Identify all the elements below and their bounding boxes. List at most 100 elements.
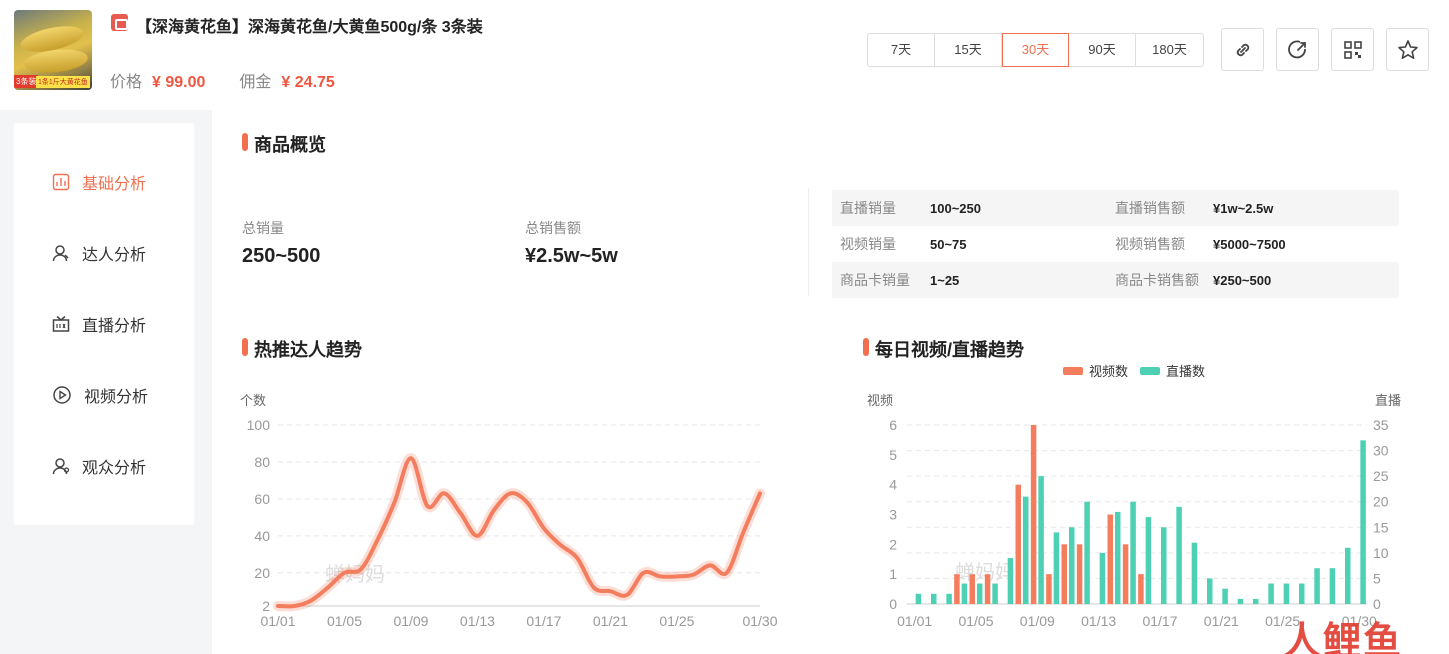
bar-live xyxy=(915,593,922,604)
table-row: 视频销量 50~75 视频销售额 ¥5000~7500 xyxy=(832,226,1399,262)
price-value: ¥ 99.00 xyxy=(152,74,206,91)
right-tick-label: 15 xyxy=(1373,519,1389,535)
right-axis-label: 直播 xyxy=(1375,393,1401,408)
cell-label: 商品卡销售额 xyxy=(1115,272,1199,288)
bar-live xyxy=(1237,598,1244,604)
y-tick-label: 60 xyxy=(254,491,270,507)
legend-label: 直播数 xyxy=(1166,364,1206,379)
y-tick-label: 20 xyxy=(254,565,270,581)
share-button[interactable] xyxy=(1276,28,1319,71)
y-tick-label: 80 xyxy=(254,454,270,470)
cell-label: 商品卡销量 xyxy=(840,272,910,288)
range-7d[interactable]: 7天 xyxy=(868,34,935,66)
bar-live xyxy=(1084,501,1090,604)
x-tick-label: 01/21 xyxy=(593,613,628,629)
left-tick-label: 6 xyxy=(889,417,897,433)
right-tick-label: 30 xyxy=(1373,443,1389,459)
right-tick-label: 35 xyxy=(1373,417,1389,433)
bar-video xyxy=(1138,574,1144,604)
x-tick-label: 01/09 xyxy=(393,613,428,629)
y-tick-label: 100 xyxy=(247,417,271,433)
analysis-sidebar: 基础分析 达人分析 直播分析 视频分析 观众分析 xyxy=(14,123,194,525)
daily-video-live-chart: 视频 直播05101520253035012345601/01 01/05 01/09… xyxy=(867,393,1401,629)
bar-live xyxy=(1053,532,1060,604)
commission-value: ¥ 24.75 xyxy=(281,74,335,91)
bar-live xyxy=(1314,568,1320,604)
bar-live xyxy=(1145,517,1152,604)
bar-live xyxy=(1069,527,1075,604)
left-tick-label: 1 xyxy=(889,566,897,582)
date-range-selector: 7天 15天 30天 90天 180天 xyxy=(867,33,1204,67)
bar-live xyxy=(1329,568,1336,604)
favorite-button[interactable] xyxy=(1386,28,1429,71)
table-row: 商品卡销量 1~25 商品卡销售额 ¥250~500 xyxy=(832,262,1399,298)
bar-live xyxy=(1253,598,1259,604)
qrcode-button[interactable] xyxy=(1331,28,1374,71)
audience-icon xyxy=(52,458,70,475)
legend-item-video[interactable]: 视频数 xyxy=(1063,361,1128,380)
bar-live xyxy=(1299,583,1305,604)
price-label: 价格 xyxy=(110,74,143,91)
bar-live xyxy=(1007,557,1014,604)
share-icon xyxy=(1287,40,1306,58)
range-15d[interactable]: 15天 xyxy=(935,34,1002,66)
product-thumbnail[interactable]: 3条装 1条1斤大黄花鱼 xyxy=(14,10,92,90)
bar-live xyxy=(1038,476,1044,604)
sidebar-item-live[interactable]: 直播分析 xyxy=(52,309,146,339)
bar-live xyxy=(1268,583,1274,604)
cell-label: 直播销售额 xyxy=(1115,200,1185,216)
bar-live xyxy=(1360,440,1366,604)
left-tick-label: 3 xyxy=(889,507,897,523)
range-180d[interactable]: 180天 xyxy=(1136,34,1203,66)
product-header: 3条装 1条1斤大黄花鱼 【深海黄花鱼】深海黄花鱼/大黄鱼500g/条 3条装 … xyxy=(0,0,1449,110)
y-tick-label: 40 xyxy=(254,528,270,544)
cell-value: 1~25 xyxy=(930,272,960,288)
left-tick-label: 4 xyxy=(889,477,897,493)
bar-live xyxy=(1176,506,1182,604)
section-title-daily-trend: 每日视频/直播趋势 xyxy=(863,336,1024,362)
x-tick-label: 01/17 xyxy=(526,613,561,629)
section-title-overview: 商品概览 xyxy=(242,131,326,157)
legend-item-live[interactable]: 直播数 xyxy=(1140,361,1205,380)
x-tick-label: 01/17 xyxy=(1142,613,1177,629)
left-tick-label: 2 xyxy=(889,536,897,552)
left-tick-label: 0 xyxy=(889,596,897,612)
sidebar-item-video[interactable]: 视频分析 xyxy=(52,380,148,410)
copy-link-button[interactable] xyxy=(1221,28,1264,71)
range-90d[interactable]: 90天 xyxy=(1069,34,1136,66)
live-icon xyxy=(52,315,70,332)
cell-label: 视频销售额 xyxy=(1115,236,1185,252)
sidebar-item-label: 视频分析 xyxy=(84,389,149,406)
bar-video xyxy=(984,574,991,604)
x-tick-label: 01/01 xyxy=(897,613,932,629)
cell-value: ¥5000~7500 xyxy=(1213,236,1286,252)
link-icon xyxy=(1236,43,1249,56)
x-tick-label: 01/05 xyxy=(958,613,993,629)
bar-live xyxy=(946,593,952,604)
total-sales-value: 250~500 xyxy=(242,245,321,267)
x-tick-label: 01/30 xyxy=(742,613,777,629)
sidebar-item-influencer[interactable]: 达人分析 xyxy=(52,238,146,268)
bar-live xyxy=(1023,496,1029,604)
right-tick-label: 20 xyxy=(1373,494,1389,510)
cell-label: 直播销量 xyxy=(840,200,896,216)
total-amount-value: ¥2.5w~5w xyxy=(525,245,618,267)
sales-breakdown-table: 直播销量 100~250 直播销售额 ¥1w~2.5w 视频销量 50~75 视… xyxy=(832,190,1399,298)
bar-live xyxy=(1345,547,1351,604)
bar-live xyxy=(1191,542,1198,604)
section-title-influencer-trend: 热推达人趋势 xyxy=(242,336,362,362)
y-axis-label: 个数 xyxy=(240,393,266,408)
x-tick-label: 01/01 xyxy=(260,613,295,629)
sidebar-item-label: 达人分析 xyxy=(82,247,147,264)
sidebar-item-basic[interactable]: 基础分析 xyxy=(52,167,146,197)
sidebar-item-audience[interactable]: 观众分析 xyxy=(52,451,146,481)
total-amount-label: 总销售额 xyxy=(525,220,581,236)
bar-live xyxy=(1115,511,1121,604)
shop-bag-icon xyxy=(111,14,128,31)
cell-value: 50~75 xyxy=(930,236,967,252)
product-title[interactable]: 【深海黄花鱼】深海黄花鱼/大黄鱼500g/条 3条装 xyxy=(136,13,483,37)
range-30d[interactable]: 30天 xyxy=(1002,33,1069,67)
sidebar-item-label: 基础分析 xyxy=(82,176,147,193)
left-axis-label: 视频 xyxy=(867,393,893,408)
right-tick-label: 10 xyxy=(1373,545,1389,561)
